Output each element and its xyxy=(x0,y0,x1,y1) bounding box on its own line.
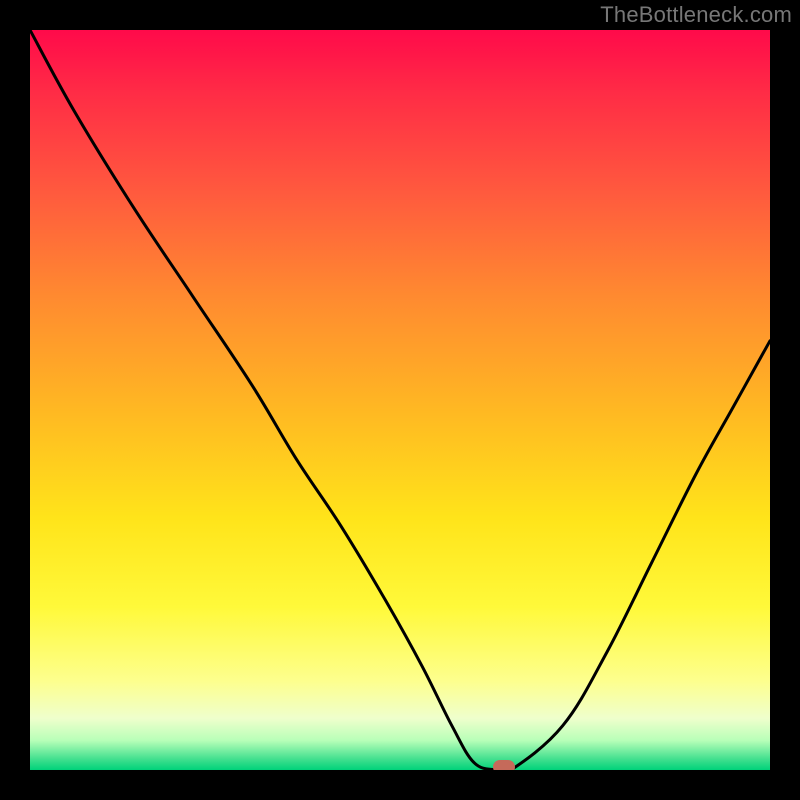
curve-path xyxy=(30,30,770,770)
bottleneck-curve xyxy=(30,30,770,770)
optimal-point-marker xyxy=(493,760,515,770)
watermark-label: TheBottleneck.com xyxy=(600,2,792,28)
chart-frame: TheBottleneck.com xyxy=(0,0,800,800)
plot-area xyxy=(30,30,770,770)
